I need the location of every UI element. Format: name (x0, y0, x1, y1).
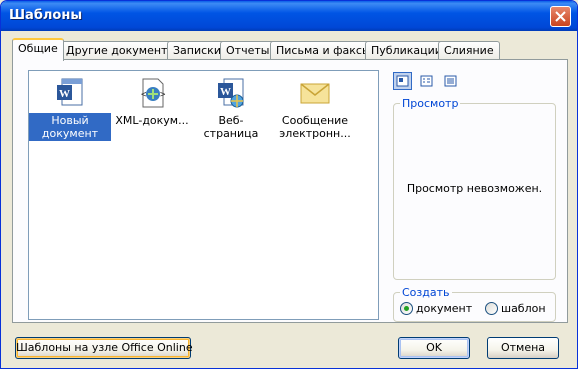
tab-letters-faxes[interactable]: Письма и факсы (270, 41, 377, 60)
template-label: XML-докум... (115, 114, 189, 127)
create-group: Создать документ шаблон (393, 286, 556, 322)
web-page-icon: W (215, 77, 247, 109)
tab-panel-general: W Новый документ < > XML-докум... W Веб-… (12, 59, 568, 323)
radio-label: документ (416, 302, 473, 315)
word-document-icon: W (54, 77, 86, 109)
template-item-web-page[interactable]: W Веб-страница (190, 77, 272, 141)
large-icons-view-icon (396, 75, 409, 87)
create-document-radio[interactable]: документ (400, 302, 472, 315)
large-icons-view-button[interactable] (393, 72, 412, 90)
close-button[interactable] (550, 6, 571, 27)
tab-label: Отчеты (226, 44, 270, 57)
tab-label: Другие документы (66, 44, 177, 57)
create-title: Создать (400, 286, 452, 299)
tab-publications[interactable]: Публикации (365, 41, 448, 60)
tab-label: Записки (173, 44, 221, 57)
template-label: Сообщение электронн... (279, 114, 351, 140)
tab-label: Публикации (371, 44, 442, 57)
templates-dialog: Шаблоны Общие Другие документы Записки О… (0, 0, 578, 369)
tab-other-documents[interactable]: Другие документы (60, 41, 183, 60)
dialog-body: Общие Другие документы Записки Отчеты Пи… (4, 31, 574, 367)
template-item-new-document[interactable]: W Новый документ (29, 77, 111, 141)
preview-title: Просмотр (400, 97, 461, 110)
ok-button[interactable]: OK (398, 337, 470, 359)
svg-text:W: W (59, 88, 70, 100)
svg-text:W: W (220, 86, 231, 98)
title-bar[interactable]: Шаблоны (1, 1, 577, 31)
template-item-email-message[interactable]: Сообщение электронн... (274, 77, 356, 141)
template-list[interactable]: W Новый документ < > XML-докум... W Веб-… (28, 70, 379, 320)
window-title: Шаблоны (9, 8, 83, 23)
template-label: Новый документ (29, 113, 111, 141)
xml-document-icon: < > (136, 77, 168, 109)
details-view-button[interactable] (441, 72, 460, 90)
cancel-button[interactable]: Отмена (487, 337, 559, 359)
tab-label: Общие (18, 42, 58, 55)
template-label: Веб-страница (203, 114, 259, 140)
tab-label: Слияние (444, 44, 494, 57)
radio-button[interactable] (485, 302, 498, 315)
tab-reports[interactable]: Отчеты (220, 41, 276, 60)
svg-text:<: < (141, 90, 147, 100)
details-view-icon (444, 75, 457, 87)
radio-label: шаблон (501, 302, 546, 315)
preview-message: Просмотр невозможен. (406, 182, 543, 195)
list-view-icon (420, 75, 433, 87)
tab-mail-merge[interactable]: Слияние (438, 41, 500, 60)
email-envelope-icon (299, 77, 331, 109)
list-view-button[interactable] (417, 72, 436, 90)
office-online-templates-button[interactable]: Шаблоны на узле Office Online (15, 337, 193, 359)
tab-memos[interactable]: Записки (167, 41, 227, 60)
template-item-xml-document[interactable]: < > XML-докум... (111, 77, 193, 128)
close-icon (555, 11, 566, 22)
preview-group: Просмотр Просмотр невозможен. (393, 97, 556, 280)
tab-label: Письма и факсы (276, 44, 371, 57)
radio-button[interactable] (400, 302, 413, 315)
create-template-radio[interactable]: шаблон (485, 302, 546, 315)
svg-text:>: > (160, 90, 166, 100)
tab-general[interactable]: Общие (12, 38, 64, 61)
